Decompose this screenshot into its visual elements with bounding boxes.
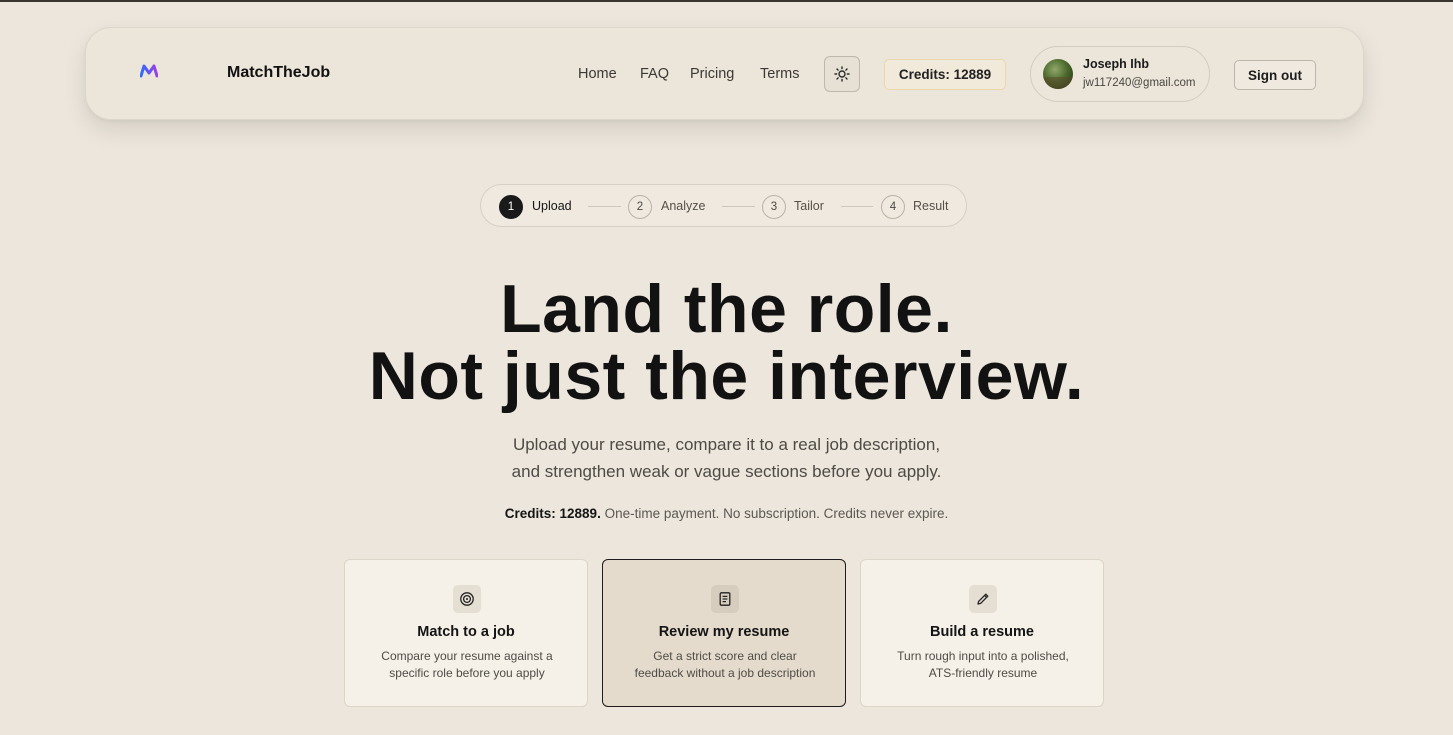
card-match-to-job[interactable]: Match to a job Compare your resume again… — [344, 559, 588, 707]
card-description: Compare your resume against a specific r… — [381, 649, 553, 680]
nav-terms[interactable]: Terms — [760, 66, 799, 82]
top-navbar: MatchTheJob Home FAQ Pricing Terms Credi… — [85, 27, 1364, 120]
card-build-resume[interactable]: Build a resume Turn rough input into a p… — [860, 559, 1104, 707]
hero-subtitle: Upload your resume, compare it to a real… — [0, 431, 1453, 485]
logo-icon[interactable] — [140, 64, 158, 78]
hero-subtitle-line-1: Upload your resume, compare it to a real… — [512, 435, 941, 454]
step-2-label[interactable]: Analyze — [661, 199, 705, 213]
card-description: Get a strict score and clear feedback wi… — [634, 649, 816, 680]
nav-faq[interactable]: FAQ — [640, 66, 669, 82]
step-1-label[interactable]: Upload — [532, 199, 572, 213]
step-4-number[interactable]: 4 — [881, 195, 905, 219]
step-connector — [722, 206, 755, 207]
hero-title-line-1: Land the role. — [500, 271, 953, 347]
user-name: Joseph Ihb — [1083, 57, 1149, 71]
card-review-resume[interactable]: Review my resume Get a strict score and … — [602, 559, 846, 707]
sun-icon — [834, 66, 850, 82]
pencil-icon — [969, 585, 997, 613]
hero-title: Land the role. Not just the interview. — [0, 275, 1453, 410]
card-title: Build a resume — [930, 624, 1034, 640]
nav-home[interactable]: Home — [578, 66, 617, 82]
step-4-label[interactable]: Result — [913, 199, 948, 213]
target-icon — [453, 585, 481, 613]
card-title: Match to a job — [417, 624, 515, 640]
credits-note-count: Credits: 12889. — [504, 506, 601, 521]
credits-note: Credits: 12889. One-time payment. No sub… — [0, 506, 1453, 521]
step-1-number[interactable]: 1 — [499, 195, 523, 219]
avatar — [1043, 59, 1073, 89]
step-3-label[interactable]: Tailor — [794, 199, 824, 213]
progress-stepper: 1 Upload 2 Analyze 3 Tailor 4 Result — [480, 184, 967, 227]
hero-subtitle-line-2: and strengthen weak or vague sections be… — [511, 462, 942, 481]
theme-toggle-button[interactable] — [824, 56, 860, 92]
credits-badge[interactable]: Credits: 12889 — [884, 59, 1006, 90]
nav-pricing[interactable]: Pricing — [690, 66, 734, 82]
step-2-number[interactable]: 2 — [628, 195, 652, 219]
step-connector — [841, 206, 873, 207]
sign-out-button[interactable]: Sign out — [1234, 60, 1316, 90]
user-profile[interactable]: Joseph Ihb jw117240@gmail.com — [1030, 46, 1210, 102]
document-icon — [711, 585, 739, 613]
card-title: Review my resume — [658, 624, 790, 640]
step-3-number[interactable]: 3 — [762, 195, 786, 219]
step-connector — [588, 206, 621, 207]
credits-note-text: One-time payment. No subscription. Credi… — [600, 506, 949, 521]
brand-name[interactable]: MatchTheJob — [227, 64, 330, 82]
hero-title-line-2: Not just the interview. — [368, 338, 1085, 414]
user-email: jw117240@gmail.com — [1083, 77, 1196, 89]
card-description: Turn rough input into a polished, ATS-fr… — [897, 649, 1069, 680]
